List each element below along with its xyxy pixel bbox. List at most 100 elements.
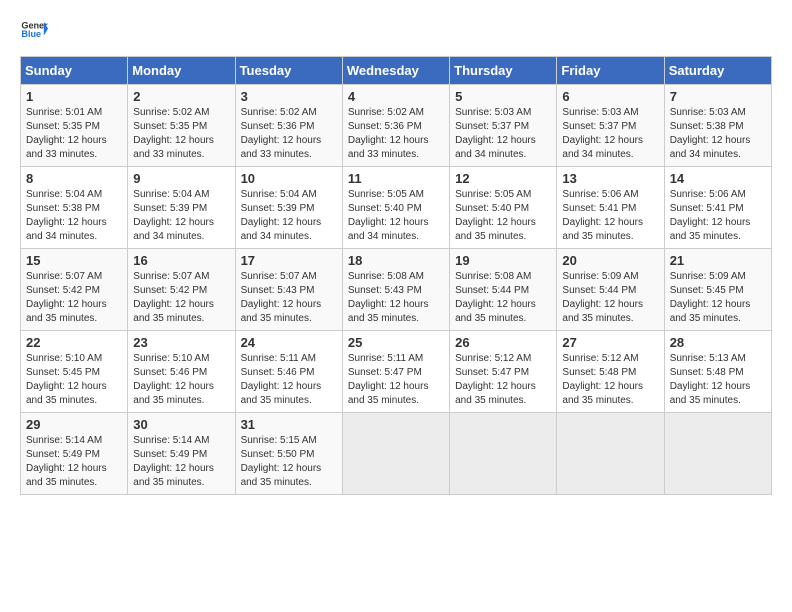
day-info: Sunrise: 5:15 AMSunset: 5:50 PMDaylight:… [241,434,337,490]
day-info: Sunrise: 5:03 AMSunset: 5:37 PMDaylight:… [562,106,658,162]
day-info: Sunrise: 5:07 AMSunset: 5:42 PMDaylight:… [133,270,229,326]
day-info: Sunrise: 5:07 AMSunset: 5:42 PMDaylight:… [26,270,122,326]
day-number: 15 [26,253,122,268]
calendar-cell: 20 Sunrise: 5:09 AMSunset: 5:44 PMDayligh… [557,249,664,331]
day-info: Sunrise: 5:03 AMSunset: 5:37 PMDaylight:… [455,106,551,162]
day-number: 22 [26,335,122,350]
calendar-cell: 3Sunrise: 5:02 AMSunset: 5:36 PMDaylight… [235,85,342,167]
day-number: 5 [455,89,551,104]
day-number: 3 [241,89,337,104]
day-info: Sunrise: 5:01 AMSunset: 5:35 PMDaylight:… [26,106,122,162]
week-row-1: 1 Sunrise: 5:01 AMSunset: 5:35 PMDaylight… [21,85,772,167]
day-number: 24 [241,335,337,350]
day-number: 9 [133,171,229,186]
day-info: Sunrise: 5:05 AMSunset: 5:40 PMDaylight:… [348,188,444,244]
calendar-cell: 27 Sunrise: 5:12 AMSunset: 5:48 PMDayligh… [557,331,664,413]
day-info: Sunrise: 5:10 AMSunset: 5:46 PMDaylight:… [133,352,229,408]
calendar-cell: 8 Sunrise: 5:04 AMSunset: 5:38 PMDaylight… [21,167,128,249]
day-number: 18 [348,253,444,268]
calendar-cell: 12 Sunrise: 5:05 AMSunset: 5:40 PMDayligh… [450,167,557,249]
calendar-cell: 7 Sunrise: 5:03 AMSunset: 5:38 PMDaylight… [664,85,771,167]
day-info: Sunrise: 5:08 AMSunset: 5:43 PMDaylight:… [348,270,444,326]
day-number: 17 [241,253,337,268]
calendar-cell: 24 Sunrise: 5:11 AMSunset: 5:46 PMDayligh… [235,331,342,413]
calendar-cell: 15 Sunrise: 5:07 AMSunset: 5:42 PMDayligh… [21,249,128,331]
calendar-cell: 30 Sunrise: 5:14 AMSunset: 5:49 PMDayligh… [128,413,235,495]
day-number: 23 [133,335,229,350]
day-info: Sunrise: 5:06 AMSunset: 5:41 PMDaylight:… [562,188,658,244]
calendar-cell: 29 Sunrise: 5:14 AMSunset: 5:49 PMDayligh… [21,413,128,495]
header-day-friday: Friday [557,57,664,85]
day-number: 8 [26,171,122,186]
header-day-monday: Monday [128,57,235,85]
week-row-3: 15 Sunrise: 5:07 AMSunset: 5:42 PMDayligh… [21,249,772,331]
calendar-cell: 14 Sunrise: 5:06 AMSunset: 5:41 PMDayligh… [664,167,771,249]
day-info: Sunrise: 5:07 AMSunset: 5:43 PMDaylight:… [241,270,337,326]
calendar-cell: 23 Sunrise: 5:10 AMSunset: 5:46 PMDayligh… [128,331,235,413]
calendar-cell: 4 Sunrise: 5:02 AMSunset: 5:36 PMDaylight… [342,85,449,167]
day-number: 2 [133,89,229,104]
day-info: Sunrise: 5:09 AMSunset: 5:44 PMDaylight:… [562,270,658,326]
calendar-cell: 16 Sunrise: 5:07 AMSunset: 5:42 PMDayligh… [128,249,235,331]
day-number: 28 [670,335,766,350]
day-info: Sunrise: 5:12 AMSunset: 5:48 PMDaylight:… [562,352,658,408]
day-number: 11 [348,171,444,186]
week-row-5: 29 Sunrise: 5:14 AMSunset: 5:49 PMDayligh… [21,413,772,495]
day-info: Sunrise: 5:11 AMSunset: 5:47 PMDaylight:… [348,352,444,408]
day-number: 16 [133,253,229,268]
day-info: Sunrise: 5:12 AMSunset: 5:47 PMDaylight:… [455,352,551,408]
day-info: Sunrise: 5:03 AMSunset: 5:38 PMDaylight:… [670,106,766,162]
day-info: Sunrise: 5:10 AMSunset: 5:45 PMDaylight:… [26,352,122,408]
calendar-cell [557,413,664,495]
calendar-cell: 17 Sunrise: 5:07 AMSunset: 5:43 PMDayligh… [235,249,342,331]
day-info: Sunrise: 5:04 AMSunset: 5:39 PMDaylight:… [133,188,229,244]
day-info: Sunrise: 5:13 AMSunset: 5:48 PMDaylight:… [670,352,766,408]
calendar-cell: 22 Sunrise: 5:10 AMSunset: 5:45 PMDayligh… [21,331,128,413]
logo-icon: General Blue [20,16,48,44]
header-day-thursday: Thursday [450,57,557,85]
day-number: 25 [348,335,444,350]
day-number: 1 [26,89,122,104]
day-info: Sunrise: 5:14 AMSunset: 5:49 PMDaylight:… [26,434,122,490]
calendar-cell: 19Sunrise: 5:08 AMSunset: 5:44 PMDayligh… [450,249,557,331]
day-number: 19 [455,253,551,268]
day-number: 14 [670,171,766,186]
week-row-4: 22 Sunrise: 5:10 AMSunset: 5:45 PMDayligh… [21,331,772,413]
calendar-cell: 2 Sunrise: 5:02 AMSunset: 5:35 PMDaylight… [128,85,235,167]
calendar-cell: 13 Sunrise: 5:06 AMSunset: 5:41 PMDayligh… [557,167,664,249]
header-day-wednesday: Wednesday [342,57,449,85]
calendar-table: SundayMondayTuesdayWednesdayThursdayFrid… [20,56,772,495]
calendar-cell: 10 Sunrise: 5:04 AMSunset: 5:39 PMDayligh… [235,167,342,249]
day-info: Sunrise: 5:02 AMSunset: 5:35 PMDaylight:… [133,106,229,162]
day-number: 13 [562,171,658,186]
calendar-cell [664,413,771,495]
day-number: 30 [133,417,229,432]
svg-text:Blue: Blue [21,29,41,39]
header-day-sunday: Sunday [21,57,128,85]
day-info: Sunrise: 5:02 AMSunset: 5:36 PMDaylight:… [348,106,444,162]
day-number: 27 [562,335,658,350]
calendar-cell: 11 Sunrise: 5:05 AMSunset: 5:40 PMDayligh… [342,167,449,249]
day-info: Sunrise: 5:04 AMSunset: 5:38 PMDaylight:… [26,188,122,244]
day-info: Sunrise: 5:06 AMSunset: 5:41 PMDaylight:… [670,188,766,244]
day-info: Sunrise: 5:11 AMSunset: 5:46 PMDaylight:… [241,352,337,408]
header-row: SundayMondayTuesdayWednesdayThursdayFrid… [21,57,772,85]
day-number: 26 [455,335,551,350]
day-info: Sunrise: 5:14 AMSunset: 5:49 PMDaylight:… [133,434,229,490]
day-number: 20 [562,253,658,268]
day-number: 21 [670,253,766,268]
day-info: Sunrise: 5:09 AMSunset: 5:45 PMDaylight:… [670,270,766,326]
day-number: 31 [241,417,337,432]
day-number: 29 [26,417,122,432]
day-number: 12 [455,171,551,186]
day-number: 7 [670,89,766,104]
page-container: General Blue SundayMondayTuesdayWednesda… [0,0,792,507]
day-number: 10 [241,171,337,186]
calendar-cell: 26 Sunrise: 5:12 AMSunset: 5:47 PMDayligh… [450,331,557,413]
header-day-saturday: Saturday [664,57,771,85]
calendar-cell: 21 Sunrise: 5:09 AMSunset: 5:45 PMDayligh… [664,249,771,331]
day-info: Sunrise: 5:04 AMSunset: 5:39 PMDaylight:… [241,188,337,244]
day-number: 4 [348,89,444,104]
day-info: Sunrise: 5:05 AMSunset: 5:40 PMDaylight:… [455,188,551,244]
calendar-cell [450,413,557,495]
